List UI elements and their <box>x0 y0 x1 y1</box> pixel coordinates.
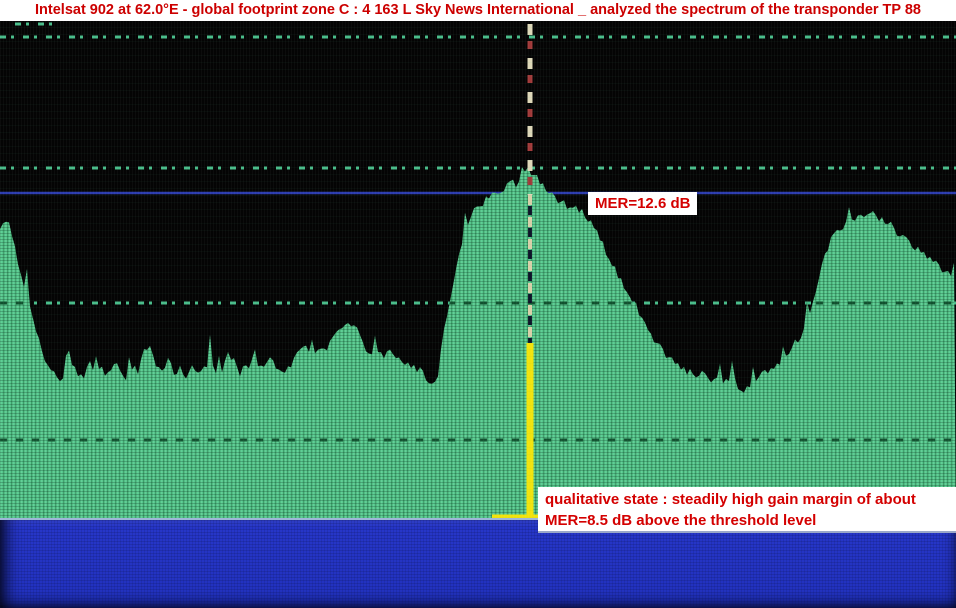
spectrum-trace <box>0 167 956 518</box>
mer-readout-label: MER=12.6 dB <box>588 192 697 215</box>
spectrum-analyzer-screen: Intelsat 902 at 62.0°E - global footprin… <box>0 0 956 608</box>
quality-annotation-line1: qualitative state : steadily high gain m… <box>545 489 956 510</box>
title-bar: Intelsat 902 at 62.0°E - global footprin… <box>0 0 956 21</box>
spectrum-display: MER=12.6 dB qualitative state : steadily… <box>0 21 956 518</box>
spectrum-canvas <box>0 21 956 518</box>
quality-annotation: qualitative state : steadily high gain m… <box>538 487 956 533</box>
quality-annotation-line2: MER=8.5 dB above the threshold level <box>545 510 956 531</box>
